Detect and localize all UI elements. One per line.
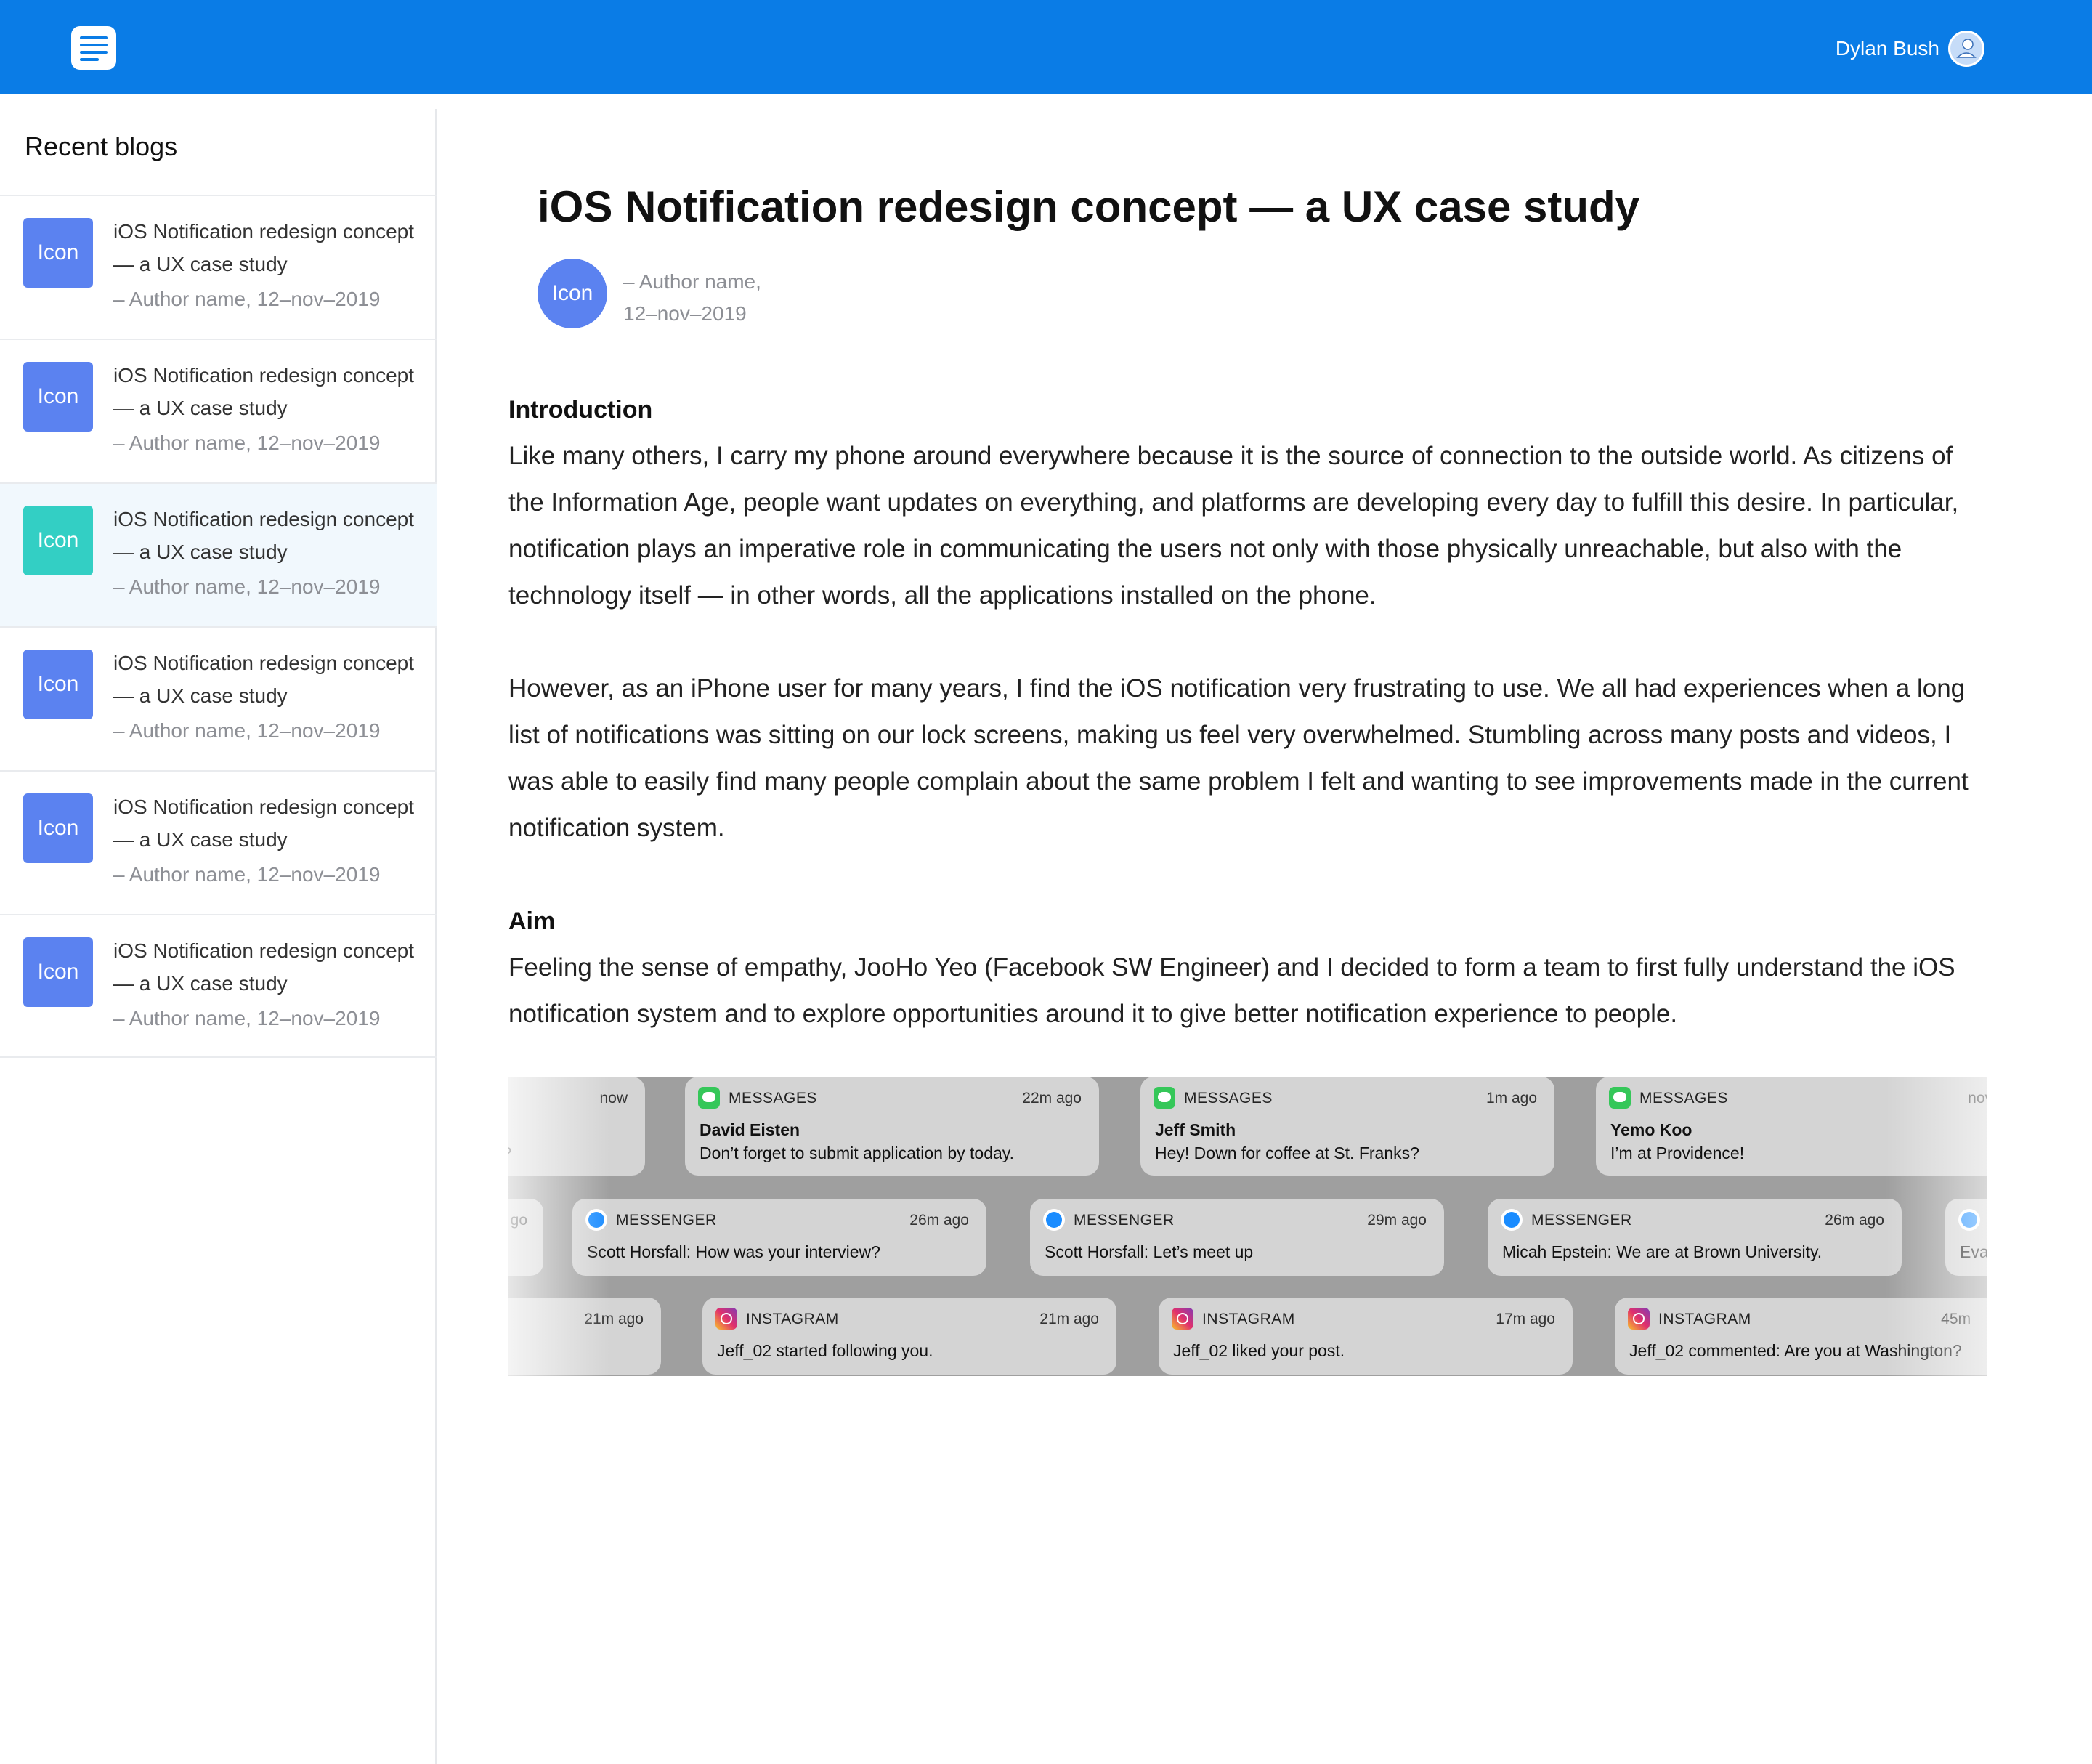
blog-thumbnail-icon: Icon [23, 793, 93, 863]
notification-card: INSTAGRAM 45m Jeff_02 commented: Are you… [1615, 1298, 1987, 1375]
blog-item-meta: – Author name, 12–nov–2019 [113, 432, 381, 454]
blog-list-item[interactable]: Icon iOS Notification redesign concept —… [0, 626, 437, 770]
article-title: iOS Notification redesign concept — a UX… [538, 182, 1640, 231]
blog-item-meta: – Author name, 12–nov–2019 [113, 719, 381, 742]
blog-item-meta: – Author name, 12–nov–2019 [113, 288, 381, 310]
notification-collage-image: now s? MESSAGES 22m ago David Eisten Don… [508, 1077, 1987, 1376]
blog-item-meta: – Author name, 12–nov–2019 [113, 575, 381, 598]
notification-card: INSTAGRAM 21m ago Jeff_02 started follow… [702, 1298, 1116, 1375]
messenger-app-icon [1501, 1209, 1523, 1231]
notification-card: MESSAGES 22m ago David Eisten Don’t forg… [685, 1077, 1099, 1176]
messenger-app-icon [1958, 1209, 1980, 1231]
intro-paragraph-1: Like many others, I carry my phone aroun… [508, 442, 1959, 610]
blog-list-item[interactable]: Icon iOS Notification redesign concept —… [0, 914, 437, 1058]
blog-item-meta: – Author name, 12–nov–2019 [113, 1007, 381, 1029]
document-logo-icon[interactable] [71, 26, 116, 70]
blog-thumbnail-icon: Icon [23, 362, 93, 432]
notification-card: INSTAGRAM 17m ago Jeff_02 liked your pos… [1159, 1298, 1573, 1375]
messenger-app-icon [585, 1209, 607, 1231]
blog-item-title: iOS Notification redesign concept — a UX… [113, 939, 414, 995]
blog-list-item[interactable]: Icon iOS Notification redesign concept —… [0, 770, 437, 914]
aim-heading: Aim [508, 907, 556, 935]
instagram-app-icon [1172, 1308, 1193, 1330]
author-avatar-icon: Icon [538, 259, 607, 328]
blog-item-title: iOS Notification redesign concept — a UX… [113, 220, 414, 275]
messages-app-icon [1154, 1087, 1175, 1109]
blog-item-title: iOS Notification redesign concept — a UX… [113, 364, 414, 419]
intro-paragraph-2: However, as an iPhone user for many year… [508, 674, 1969, 842]
article-date: 12–nov–2019 [623, 302, 747, 325]
notification-card: now s? [508, 1077, 645, 1176]
instagram-app-icon [1628, 1308, 1650, 1330]
notification-card: go [508, 1199, 543, 1276]
notification-card: MESSENGER 26m ago Scott Horsfall: How wa… [572, 1199, 986, 1276]
notification-card: Eva [1945, 1199, 1987, 1276]
author-name: – Author name, [623, 270, 761, 293]
author-meta: – Author name, 12–nov–2019 [623, 266, 841, 330]
recent-blogs-list: Icon iOS Notification redesign concept —… [0, 195, 437, 1058]
messages-app-icon [1609, 1087, 1631, 1109]
notification-card: 21m ago [508, 1298, 661, 1375]
blog-thumbnail-icon: Icon [23, 218, 93, 288]
user-avatar[interactable] [1948, 31, 1984, 67]
blog-item-meta: – Author name, 12–nov–2019 [113, 863, 381, 886]
sidebar: Recent blogs Icon iOS Notification redes… [0, 109, 437, 1764]
blog-item-title: iOS Notification redesign concept — a UX… [113, 508, 414, 563]
blog-thumbnail-icon: Icon [23, 937, 93, 1007]
notification-card: MESSAGES 1m ago Jeff Smith Hey! Down for… [1140, 1077, 1554, 1176]
messenger-app-icon [1043, 1209, 1065, 1231]
aim-paragraph: Feeling the sense of empathy, JooHo Yeo … [508, 953, 1955, 1028]
blog-list-item-active[interactable]: Icon iOS Notification redesign concept —… [0, 482, 437, 626]
notification-card: MESSENGER 29m ago Scott Horsfall: Let’s … [1030, 1199, 1444, 1276]
top-bar: Dylan Bush [0, 0, 2092, 94]
messages-app-icon [698, 1087, 720, 1109]
blog-item-title: iOS Notification redesign concept — a UX… [113, 796, 414, 851]
notification-card: MESSENGER 26m ago Micah Epstein: We are … [1488, 1199, 1902, 1276]
notification-card: MESSAGES nov Yemo Koo I’m at Providence! [1596, 1077, 1987, 1176]
user-name[interactable]: Dylan Bush [1836, 35, 1939, 62]
blog-thumbnail-icon: Icon [23, 506, 93, 575]
blog-list-item[interactable]: Icon iOS Notification redesign concept —… [0, 339, 437, 482]
instagram-app-icon [715, 1308, 737, 1330]
blog-list-item[interactable]: Icon iOS Notification redesign concept —… [0, 195, 437, 339]
blog-item-title: iOS Notification redesign concept — a UX… [113, 652, 414, 707]
sidebar-title: Recent blogs [25, 132, 178, 161]
introduction-heading: Introduction [508, 396, 653, 424]
blog-thumbnail-icon: Icon [23, 650, 93, 719]
